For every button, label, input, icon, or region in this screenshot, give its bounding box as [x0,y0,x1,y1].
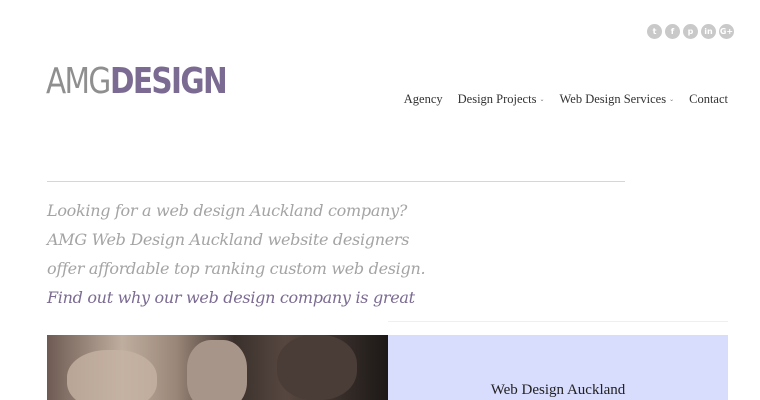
pinterest-icon[interactable]: p [683,24,698,39]
facebook-icon[interactable]: f [665,24,680,39]
intro-line: AMG Web Design Auckland website designer… [47,230,410,249]
nav-item-web-design-services[interactable]: Web Design Services ⌄ [559,92,674,107]
linkedin-icon[interactable]: in [701,24,716,39]
panel-title: Web Design Auckland [490,382,626,398]
nav-item-contact[interactable]: Contact [689,92,728,107]
hero-photo [47,335,388,400]
intro-cta-link[interactable]: Find out why our web design company is g… [47,283,607,312]
nav-label: Agency [403,92,443,106]
photo-hand-shape [67,350,157,400]
feature-panel: Web Design Auckland [388,335,728,400]
photo-hand-shape [277,335,357,400]
nav-label: Contact [689,92,728,106]
nav-label: Design Projects [457,92,537,106]
nav-item-design-projects[interactable]: Design Projects ⌄ [458,92,545,107]
chevron-down-icon: ⌄ [539,96,545,103]
social-links: t f p in G+ [647,24,734,39]
logo-design: DESIGN [109,61,228,102]
main-nav: Agency Design Projects ⌄ Web Design Serv… [404,92,728,107]
intro-line: offer affordable top ranking custom web … [47,259,426,278]
intro-line: Looking for a web design Auckland compan… [47,201,408,220]
nav-label: Web Design Services [559,92,667,106]
site-logo[interactable]: AMG DESIGN [46,64,251,100]
photo-hand-shape [187,340,247,400]
chevron-down-icon: ⌄ [669,96,675,103]
logo-amg: AMG [46,61,111,102]
nav-item-agency[interactable]: Agency [404,92,443,107]
divider [47,181,625,182]
google-plus-icon[interactable]: G+ [719,24,734,39]
intro-text: Looking for a web design Auckland compan… [47,196,607,312]
twitter-icon[interactable]: t [647,24,662,39]
divider [388,321,728,322]
